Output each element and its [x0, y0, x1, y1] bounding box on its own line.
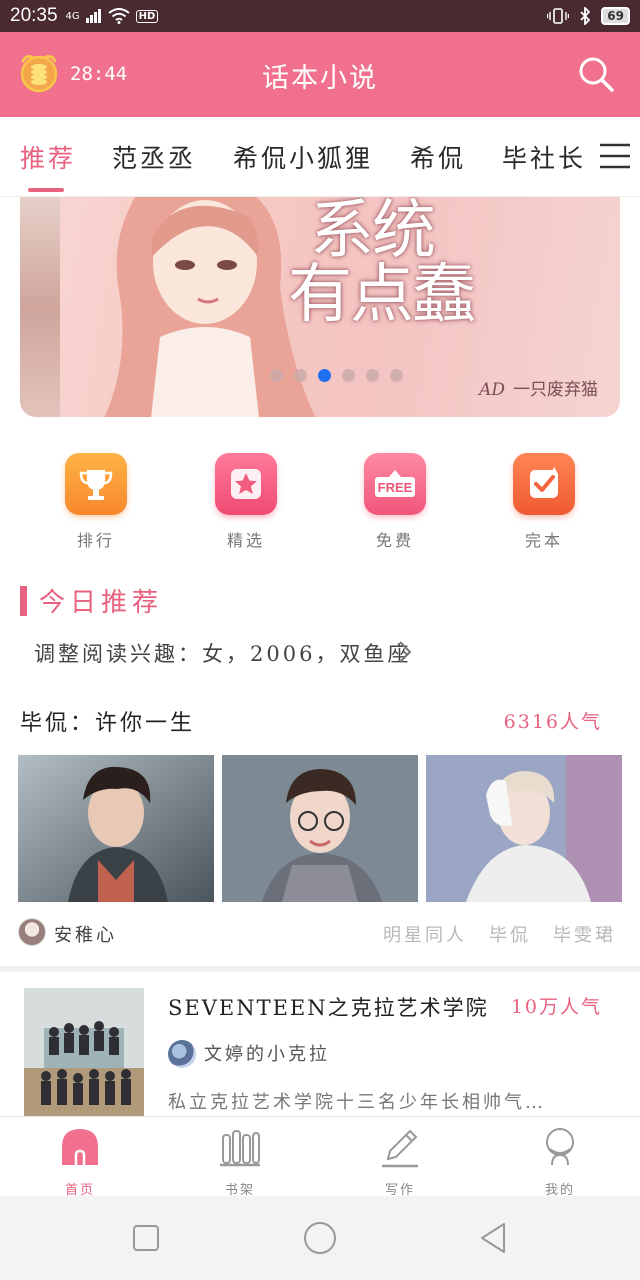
bottom-nav: 首页 书架 写作 我的 [0, 1116, 640, 1198]
back-icon[interactable] [476, 1220, 512, 1256]
book-title[interactable]: SEVENTEEN之克拉艺术学院 [168, 992, 489, 1022]
vibrate-icon [547, 8, 570, 24]
nav-item-bookshelf[interactable]: 书架 [190, 1125, 290, 1198]
featured-photo [222, 755, 418, 902]
carousel-dot[interactable] [342, 369, 355, 382]
app-title: 话本小说 [262, 63, 378, 94]
app-header: 28:44 话本小说 [0, 32, 640, 117]
featured-photo [18, 755, 214, 902]
quick-link-free[interactable]: FREE 免费 [345, 448, 445, 551]
book-tag[interactable]: 毕雯珺 [553, 921, 616, 947]
featured-book-popularity: 6316人气 [503, 711, 602, 733]
status-time: 20:35 [10, 5, 58, 26]
featured-book-meta: 安稚心 明星同人 毕侃 毕雯珺 [18, 918, 622, 950]
recent-apps-icon[interactable] [128, 1220, 164, 1256]
wifi-icon [108, 8, 130, 24]
book-tag[interactable]: 毕侃 [489, 921, 531, 947]
category-tabs: 推荐 范丞丞 希侃小狐狸 希侃 毕社长 [0, 117, 640, 197]
search-icon[interactable] [576, 54, 616, 94]
featured-book-author[interactable]: 安稚心 [54, 921, 117, 947]
book-author[interactable]: 文婷的小克拉 [204, 1040, 330, 1066]
menu-icon[interactable] [600, 143, 630, 169]
bluetooth-icon [580, 7, 591, 25]
carousel-dot[interactable] [294, 369, 307, 382]
book-popularity: 10万人气 [510, 996, 602, 1018]
quick-links: 排行 精选 FREE 免费 完本 [0, 448, 640, 558]
carousel-dot[interactable] [390, 369, 403, 382]
nav-item-home[interactable]: 首页 [30, 1125, 130, 1198]
section-header: 今日推荐 [20, 582, 163, 619]
quick-link-completed[interactable]: 完本 [494, 448, 594, 551]
reading-preference-link[interactable]: 调整阅读兴趣：女，2006，双鱼座 [34, 638, 411, 668]
check-badge-icon [513, 453, 575, 515]
free-tag-icon: FREE [364, 453, 426, 515]
tag-list: 明星同人 毕侃 毕雯珺 [383, 921, 616, 947]
tab-fan-chengcheng[interactable]: 范丞丞 [112, 139, 196, 175]
tab-xikan-fox[interactable]: 希侃小狐狸 [233, 139, 373, 175]
carousel-dots [270, 369, 403, 382]
promo-banner[interactable]: 系统 有点蠢 AD 一只废弃猫 [20, 197, 620, 417]
active-tab-indicator [28, 188, 64, 192]
status-bar: 20:35 4G HD 69 [0, 0, 640, 32]
bookshelf-icon [220, 1130, 260, 1167]
profile-icon [546, 1128, 574, 1166]
trophy-icon [65, 453, 127, 515]
carousel-dot-active[interactable] [318, 369, 331, 382]
tab-xikan[interactable]: 希侃 [410, 139, 466, 175]
list-item[interactable]: SEVENTEEN之克拉艺术学院 10万人气 文婷的小克拉 私立克拉艺术学院十三… [0, 972, 640, 1117]
quick-link-featured[interactable]: 精选 [196, 448, 296, 551]
featured-book-title[interactable]: 毕侃：许你一生 [20, 705, 195, 737]
hd-icon: HD [135, 9, 159, 23]
system-nav-bar [0, 1196, 640, 1280]
nav-item-profile[interactable]: 我的 [510, 1125, 610, 1198]
banner-title: 系统 有点蠢 [288, 197, 476, 332]
tab-bi-president[interactable]: 毕社长 [502, 139, 586, 175]
battery-icon: 69 [601, 7, 630, 25]
featured-photo [426, 755, 622, 902]
home-button-icon[interactable] [302, 1220, 338, 1256]
banner-flowers-decoration [20, 197, 60, 417]
author-avatar[interactable] [168, 1040, 196, 1068]
carousel-dot[interactable] [270, 369, 283, 382]
svg-text:FREE: FREE [378, 480, 413, 495]
book-tag[interactable]: 明星同人 [383, 921, 467, 947]
book-cover [24, 988, 144, 1117]
star-icon [215, 453, 277, 515]
featured-book-photos[interactable] [18, 755, 622, 902]
signal-icon [85, 9, 101, 23]
home-icon [62, 1129, 98, 1165]
tab-recommend[interactable]: 推荐 [20, 139, 76, 175]
chevron-right-icon[interactable] [398, 640, 412, 664]
carousel-dot[interactable] [366, 369, 379, 382]
section-title: 今日推荐 [39, 588, 164, 618]
section-accent-bar [20, 585, 27, 616]
banner-author: AD 一只废弃猫 [479, 380, 598, 400]
book-description: 私立克拉艺术学院十三名少年长相帅气… [168, 1092, 546, 1113]
quick-link-ranking[interactable]: 排行 [46, 448, 146, 551]
author-avatar[interactable] [18, 918, 46, 946]
pencil-icon [382, 1129, 418, 1168]
network-type-icon: 4G [65, 10, 80, 22]
nav-item-write[interactable]: 写作 [350, 1125, 450, 1198]
